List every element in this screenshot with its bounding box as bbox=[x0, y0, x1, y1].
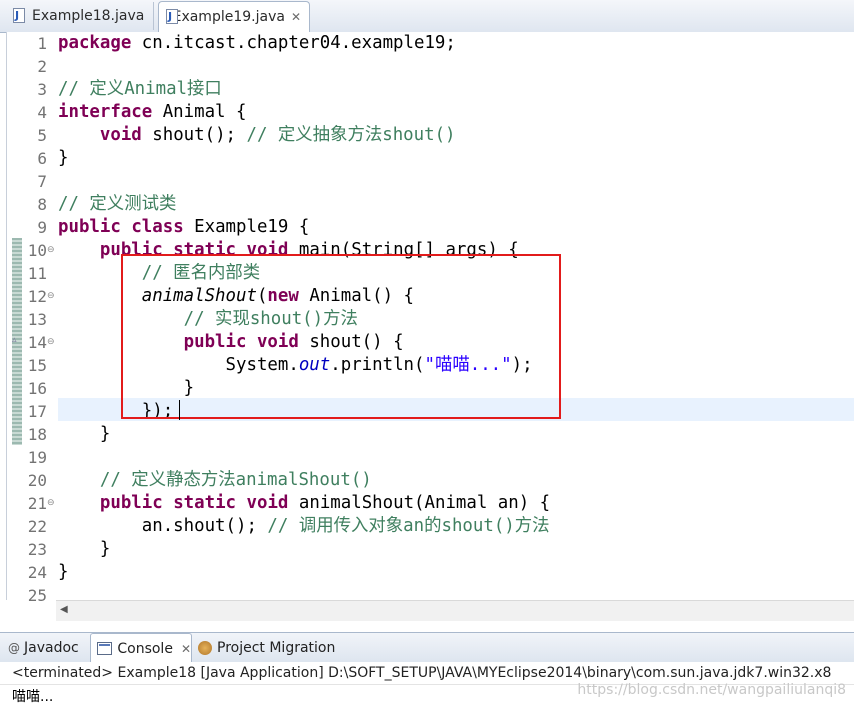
line-number: 7 bbox=[37, 172, 47, 191]
tab-project-migration[interactable]: Project Migration bbox=[198, 633, 335, 663]
tab-label: Example19.java bbox=[172, 9, 285, 25]
tab-label: Console bbox=[117, 640, 173, 657]
java-file-icon: J bbox=[165, 9, 178, 25]
code-line: void shout(); // 定义抽象方法shout() bbox=[99, 125, 456, 145]
line-number: 20 bbox=[27, 471, 47, 490]
console-icon bbox=[97, 642, 113, 655]
line-number: 12 bbox=[27, 287, 47, 306]
code-line: // 定义静态方法animalShout() bbox=[99, 470, 372, 490]
code-line: } bbox=[58, 562, 69, 582]
code-line: // 定义测试类 bbox=[58, 194, 177, 214]
code-line: } bbox=[58, 148, 69, 168]
code-line: an.shout(); // 调用传入对象an的shout()方法 bbox=[141, 516, 550, 536]
tab-console[interactable]: Console ✕ bbox=[90, 633, 192, 663]
editor-tab-bar: J Example18.java J Example19.java ✕ bbox=[0, 0, 854, 33]
line-number: 25 bbox=[27, 586, 47, 605]
line-number: 9 bbox=[37, 218, 47, 237]
line-number: 1 bbox=[37, 34, 47, 53]
line-number: 6 bbox=[37, 149, 47, 168]
tab-label: Example18.java bbox=[32, 8, 145, 24]
code-line: // 定义Animal接口 bbox=[58, 79, 222, 99]
code-line: public static void animalShout(Animal an… bbox=[99, 493, 551, 513]
tab-example18[interactable]: J Example18.java bbox=[6, 2, 154, 30]
close-icon[interactable]: ✕ bbox=[291, 10, 301, 24]
java-file-icon: J bbox=[12, 8, 26, 24]
line-number: 22 bbox=[27, 517, 47, 536]
line-number: 3 bbox=[37, 80, 47, 99]
highlight-box bbox=[121, 254, 561, 419]
line-number: 16 bbox=[27, 379, 47, 398]
line-number: 14 bbox=[27, 333, 47, 352]
scroll-left-arrow-icon[interactable]: ◀ bbox=[60, 604, 68, 615]
line-number: 24 bbox=[27, 563, 47, 582]
code-line: } bbox=[99, 539, 111, 559]
line-number: 8 bbox=[37, 195, 47, 214]
fold-toggle-icon[interactable]: ⊖ bbox=[47, 239, 57, 262]
at-icon: @ bbox=[8, 641, 20, 655]
line-number: 11 bbox=[27, 264, 47, 283]
line-number: 17 bbox=[27, 402, 47, 421]
code-line: package cn.itcast.chapter04.example19; bbox=[58, 33, 456, 53]
line-number: 2 bbox=[37, 57, 47, 76]
line-number: 21 bbox=[27, 494, 47, 513]
line-number: 15 bbox=[27, 356, 47, 375]
tab-label: Javadoc bbox=[24, 640, 79, 656]
code-line: } bbox=[99, 424, 111, 444]
fold-toggle-icon[interactable]: ⊖ bbox=[47, 492, 57, 515]
close-icon[interactable]: ✕ bbox=[181, 642, 191, 656]
text-caret bbox=[179, 400, 180, 420]
line-number: 5 bbox=[37, 126, 47, 145]
tab-javadoc[interactable]: @ Javadoc bbox=[8, 633, 79, 663]
code-line: public class Example19 { bbox=[58, 217, 310, 237]
line-number: 13 bbox=[27, 310, 47, 329]
line-number: 10 bbox=[27, 241, 47, 260]
tab-example19[interactable]: J Example19.java ✕ bbox=[158, 1, 310, 32]
line-number: 23 bbox=[27, 540, 47, 559]
console-output: 喵喵... bbox=[12, 689, 54, 705]
line-number: 19 bbox=[27, 448, 47, 467]
fold-toggle-icon[interactable]: ⊖ bbox=[47, 285, 57, 308]
line-number: 18 bbox=[27, 425, 47, 444]
view-tab-bar: @ Javadoc Console ✕ Project Migration bbox=[0, 632, 854, 664]
line-number-gutter: ▵ 1 2 3 4 5 6 7 8 9 10 11 12 13 14 15 16… bbox=[7, 32, 57, 605]
line-number: 4 bbox=[37, 103, 47, 122]
tab-label: Project Migration bbox=[217, 640, 336, 656]
code-line: interface Animal { bbox=[58, 102, 247, 122]
migration-icon bbox=[198, 641, 212, 655]
horizontal-scrollbar[interactable]: ◀ bbox=[56, 600, 854, 621]
watermark: https://blog.csdn.net/wangpailiulanqi8 bbox=[577, 682, 846, 698]
fold-toggle-icon[interactable]: ⊖ bbox=[47, 331, 57, 354]
